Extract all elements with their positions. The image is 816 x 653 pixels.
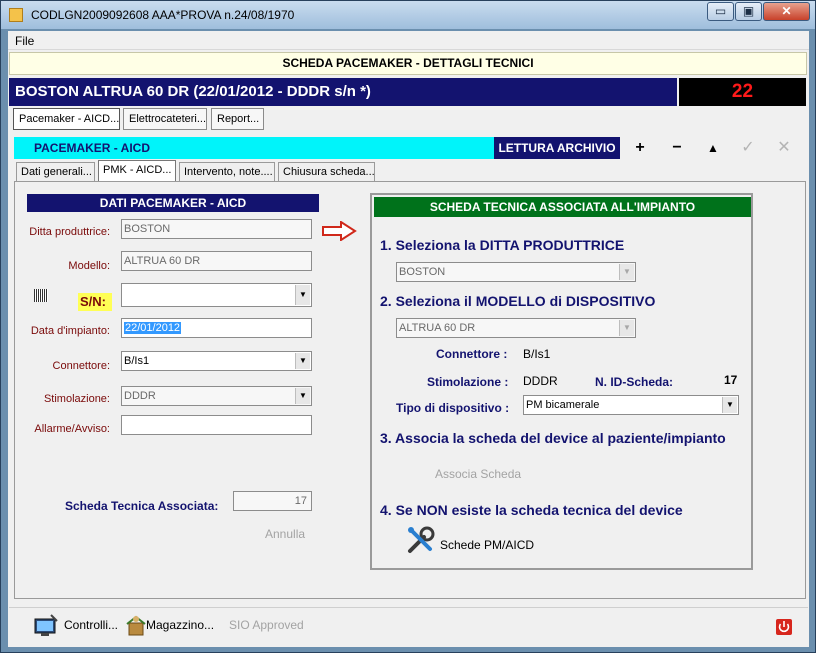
connettore-value: B/Is1 <box>124 355 150 367</box>
window-title: CODLGN2009092608 AAA*PROVA n.24/08/1970 <box>31 8 295 22</box>
id-scheda-val: 17 <box>724 373 738 387</box>
add-icon[interactable]: + <box>625 137 655 159</box>
chevron-down-icon[interactable]: ▼ <box>295 285 310 305</box>
step1-heading: 1. Seleziona la DITTA PRODUTTRICE <box>380 237 625 253</box>
sn-label: S/N: <box>78 293 112 311</box>
right-panel-title: SCHEDA TECNICA ASSOCIATA ALL'IMPIANTO <box>374 197 751 217</box>
modello-select: ALTRUA 60 DR ▼ <box>396 318 636 338</box>
client-area: File SCHEDA PACEMAKER - DETTAGLI TECNICI… <box>8 31 809 647</box>
up-arrow-icon[interactable]: ▲ <box>698 137 728 159</box>
remove-icon[interactable]: − <box>662 137 692 159</box>
tipo-select[interactable]: PM bicamerale ▼ <box>523 395 739 415</box>
power-icon[interactable] <box>775 618 793 636</box>
lettura-archivio-button[interactable]: LETTURA ARCHIVIO <box>494 137 620 159</box>
tab-dati-generali[interactable]: Dati generali... <box>16 162 95 181</box>
maximize-button[interactable]: ▣ <box>735 2 762 21</box>
ditta-select-value: BOSTON <box>399 266 446 278</box>
pacemaker-button[interactable]: Pacemaker - AICD... <box>13 108 120 130</box>
modello-select-value: ALTRUA 60 DR <box>399 322 476 334</box>
tools-icon[interactable] <box>404 525 436 557</box>
connettore-select[interactable]: B/Is1 ▼ <box>121 351 312 371</box>
device-banner: BOSTON ALTRUA 60 DR (22/01/2012 - DDDR s… <box>9 78 677 106</box>
chevron-down-icon[interactable]: ▼ <box>295 353 310 369</box>
connettore-key: Connettore : <box>436 347 508 361</box>
modello-field: ALTRUA 60 DR <box>121 251 312 271</box>
close-button[interactable]: ✕ <box>763 2 810 21</box>
chevron-down-icon[interactable]: ▼ <box>722 397 737 413</box>
scheda-tecnica-panel: SCHEDA TECNICA ASSOCIATA ALL'IMPIANTO 1.… <box>370 193 753 570</box>
schede-pm-aicd-button[interactable]: Schede PM/AICD <box>440 538 534 552</box>
app-window: CODLGN2009092608 AAA*PROVA n.24/08/1970 … <box>0 0 816 653</box>
sio-approved-label: SIO Approved <box>229 618 304 632</box>
page-title: SCHEDA PACEMAKER - DETTAGLI TECNICI <box>9 52 807 75</box>
step2-heading: 2. Seleziona il MODELLO di DISPOSITIVO <box>380 293 656 309</box>
scheda-associata-field: 17 <box>233 491 312 511</box>
tab-chiusura-scheda[interactable]: Chiusura scheda... <box>278 162 375 181</box>
step4-heading: 4. Se NON esiste la scheda tecnica del d… <box>380 502 683 518</box>
cancel-icon: ✕ <box>777 139 791 156</box>
arrow-right-icon <box>322 221 357 241</box>
stimolazione-val: DDDR <box>523 374 558 388</box>
stimolazione-select: DDDR ▼ <box>121 386 312 406</box>
report-button[interactable]: Report... <box>211 108 264 130</box>
connettore-label: Connettore: <box>52 360 110 372</box>
scheda-associata-label: Scheda Tecnica Associata: <box>65 499 219 513</box>
section-title: PACEMAKER - AICD <box>14 137 494 159</box>
ditta-value: BOSTON <box>124 223 171 235</box>
record-counter: 22 <box>679 78 806 106</box>
chevron-down-icon: ▼ <box>619 320 634 336</box>
allarme-field[interactable] <box>121 415 312 435</box>
chevron-down-icon: ▼ <box>619 264 634 280</box>
tab-pmk-aicd[interactable]: PMK - AICD... <box>98 160 176 181</box>
left-panel-title: DATI PACEMAKER - AICD <box>27 194 319 212</box>
tipo-key: Tipo di dispositivo : <box>396 401 510 415</box>
tipo-value: PM bicamerale <box>526 399 600 411</box>
menu-bar: File <box>8 31 809 50</box>
ditta-select: BOSTON ▼ <box>396 262 636 282</box>
minimize-button[interactable]: ▭ <box>707 2 734 21</box>
connettore-val: B/Is1 <box>523 347 551 361</box>
scheda-associata-value: 17 <box>294 495 307 507</box>
data-impianto-label: Data d'impianto: <box>30 325 110 337</box>
sn-select[interactable]: ▼ <box>121 283 312 307</box>
ditta-label: Ditta produttrice: <box>29 226 110 238</box>
allarme-label: Allarme/Avviso: <box>34 423 110 435</box>
stimolazione-key: Stimolazione : <box>427 375 509 389</box>
stimolazione-label: Stimolazione: <box>43 393 110 405</box>
elettrocateteri-button[interactable]: Elettrocateteri... <box>123 108 207 130</box>
step3-heading: 3. Associa la scheda del device al pazie… <box>380 430 726 446</box>
data-impianto-field[interactable]: 22/01/2012 <box>121 318 312 338</box>
associa-scheda-button: Associa Scheda <box>435 467 522 481</box>
id-scheda-key: N. ID-Scheda: <box>595 375 674 389</box>
menu-file[interactable]: File <box>15 34 34 48</box>
modello-value: ALTRUA 60 DR <box>124 255 201 267</box>
data-impianto-value: 22/01/2012 <box>124 322 182 334</box>
modello-label: Modello: <box>68 260 110 272</box>
app-icon <box>9 8 23 22</box>
ditta-field: BOSTON <box>121 219 312 239</box>
bottom-bar: Controlli... Magazzino... SIO Approved <box>9 607 808 645</box>
annulla-button: Annulla <box>265 527 306 541</box>
monitor-icon[interactable] <box>33 613 59 638</box>
controlli-button[interactable]: Controlli... <box>64 618 118 632</box>
stimolazione-value: DDDR <box>124 390 156 402</box>
title-bar: CODLGN2009092608 AAA*PROVA n.24/08/1970 … <box>1 1 815 29</box>
confirm-icon: ✓ <box>741 139 755 156</box>
chevron-down-icon: ▼ <box>295 388 310 404</box>
barcode-icon[interactable] <box>34 289 48 302</box>
magazzino-button[interactable]: Magazzino... <box>146 618 214 632</box>
tab-intervento-note[interactable]: Intervento, note.... <box>179 162 275 181</box>
